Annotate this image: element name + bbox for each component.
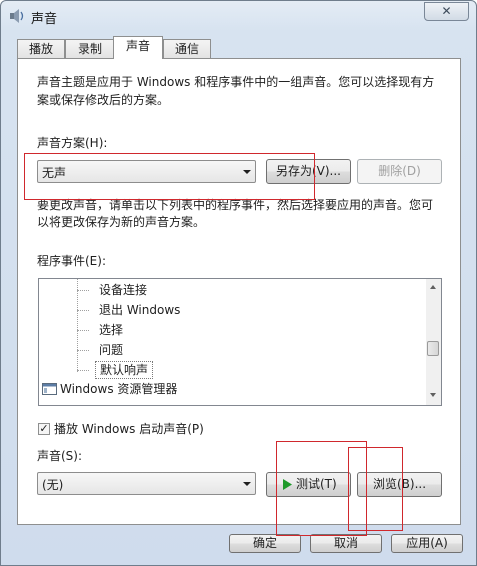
intro-text-line-1: 声音主题是应用于 Windows 和程序事件中的一组声音。您可以选择现有方 [37, 75, 435, 89]
scroll-up-icon[interactable] [430, 285, 436, 289]
tree-connector [77, 350, 89, 351]
program-events-list[interactable]: 设备连接 退出 Windows 选择 问题 默认响声 Windows 资源管理器 [38, 278, 442, 406]
sound-value: (无) [42, 478, 64, 492]
list-item[interactable]: 问题 [99, 341, 123, 359]
tree-connector [77, 310, 89, 311]
sound-dialog-window: 声音 ✕ 播放 录制 声音 通信 声音主题是应用于 Windows 和程序事件中… [0, 0, 477, 566]
chevron-down-icon [243, 482, 251, 486]
tree-connector [77, 370, 89, 371]
list-scrollbar[interactable] [426, 279, 441, 405]
tree-connector [77, 330, 89, 331]
startup-sound-checkbox[interactable]: ✓ [38, 423, 50, 435]
tree-connector [77, 279, 78, 372]
apply-button[interactable]: 应用(A) [391, 534, 463, 553]
close-button[interactable]: ✕ [424, 2, 469, 21]
sound-label: 声音(S): [37, 449, 83, 463]
intro-text-line-2: 案或保存修改后的方案。 [37, 93, 170, 107]
delete-button[interactable]: 删除(D) [357, 159, 442, 184]
ok-button[interactable]: 确定 [229, 534, 301, 553]
tree-connector [77, 290, 89, 291]
scrollbar-thumb[interactable] [427, 341, 439, 356]
startup-sound-label: 播放 Windows 启动声音(P) [54, 422, 204, 436]
tab-recording[interactable]: 录制 [65, 39, 115, 58]
annotation-box-browse [348, 447, 403, 531]
list-item[interactable]: 设备连接 [99, 281, 147, 299]
speaker-icon [10, 9, 24, 23]
window-title: 声音 [31, 12, 58, 27]
list-item[interactable]: 选择 [99, 321, 123, 339]
tab-playback[interactable]: 播放 [17, 39, 65, 58]
program-events-label: 程序事件(E): [37, 254, 106, 268]
list-item[interactable]: Windows 资源管理器 [60, 380, 177, 398]
scroll-down-icon[interactable] [430, 393, 436, 397]
sound-scheme-label: 声音方案(H): [37, 136, 108, 150]
list-item[interactable]: 退出 Windows [99, 301, 180, 319]
explorer-window-icon [42, 383, 57, 395]
tab-sounds[interactable]: 声音 [113, 36, 163, 59]
cancel-button[interactable]: 取消 [310, 534, 382, 553]
title-bar[interactable]: 声音 ✕ [1, 1, 476, 31]
list-item-selected[interactable]: 默认响声 [95, 361, 154, 379]
tab-communications[interactable]: 通信 [163, 39, 211, 58]
annotation-box-scheme [24, 153, 315, 200]
change-text-line-2: 以将更改保存为新的声音方案。 [37, 215, 206, 229]
sound-dropdown[interactable]: (无) [37, 472, 256, 495]
